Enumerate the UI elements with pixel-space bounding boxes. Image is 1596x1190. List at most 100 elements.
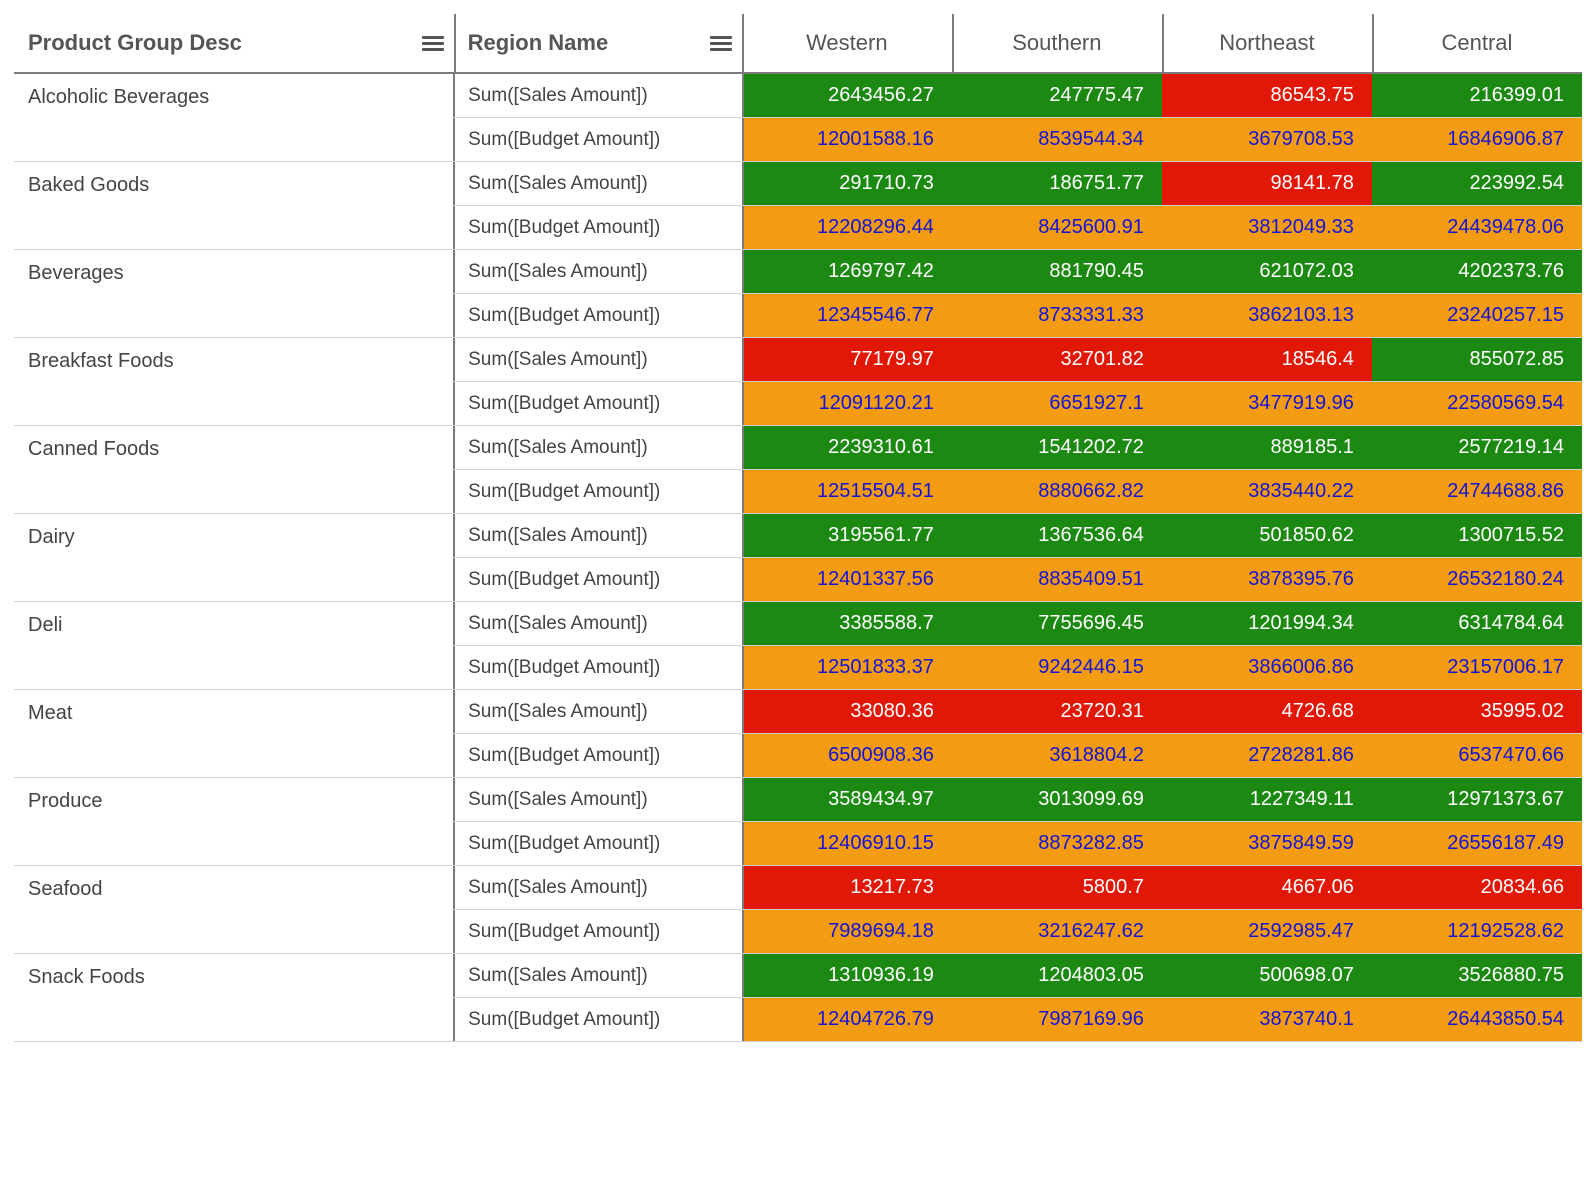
group-cell[interactable]: Canned Foods	[14, 426, 454, 514]
value-cell[interactable]: 8873282.85	[952, 822, 1162, 866]
value-cell[interactable]: 2592985.47	[1162, 910, 1372, 954]
group-cell[interactable]: Seafood	[14, 866, 454, 954]
value-cell[interactable]: 1367536.64	[952, 514, 1162, 558]
value-cell[interactable]: 12091120.21	[742, 382, 952, 426]
value-cell[interactable]: 223992.54	[1372, 162, 1582, 206]
value-cell[interactable]: 23720.31	[952, 690, 1162, 734]
value-cell[interactable]: 1541202.72	[952, 426, 1162, 470]
value-cell[interactable]: 26532180.24	[1372, 558, 1582, 602]
value-cell[interactable]: 12001588.16	[742, 118, 952, 162]
value-cell[interactable]: 291710.73	[742, 162, 952, 206]
metric-cell-sales[interactable]: Sum([Sales Amount])	[454, 954, 742, 998]
value-cell[interactable]: 3526880.75	[1372, 954, 1582, 998]
header-region-southern[interactable]: Southern	[952, 14, 1162, 73]
value-cell[interactable]: 6651927.1	[952, 382, 1162, 426]
metric-cell-budget[interactable]: Sum([Budget Amount])	[454, 294, 742, 338]
hamburger-icon[interactable]	[710, 35, 732, 51]
value-cell[interactable]: 9242446.15	[952, 646, 1162, 690]
metric-cell-sales[interactable]: Sum([Sales Amount])	[454, 866, 742, 910]
value-cell[interactable]: 881790.45	[952, 250, 1162, 294]
value-cell[interactable]: 32701.82	[952, 338, 1162, 382]
value-cell[interactable]: 8835409.51	[952, 558, 1162, 602]
value-cell[interactable]: 20834.66	[1372, 866, 1582, 910]
group-cell[interactable]: Beverages	[14, 250, 454, 338]
value-cell[interactable]: 247775.47	[952, 73, 1162, 118]
value-cell[interactable]: 3477919.96	[1162, 382, 1372, 426]
value-cell[interactable]: 621072.03	[1162, 250, 1372, 294]
hamburger-icon[interactable]	[422, 35, 444, 51]
value-cell[interactable]: 3216247.62	[952, 910, 1162, 954]
value-cell[interactable]: 1201994.34	[1162, 602, 1372, 646]
value-cell[interactable]: 186751.77	[952, 162, 1162, 206]
value-cell[interactable]: 8733331.33	[952, 294, 1162, 338]
group-cell[interactable]: Baked Goods	[14, 162, 454, 250]
value-cell[interactable]: 12971373.67	[1372, 778, 1582, 822]
metric-cell-sales[interactable]: Sum([Sales Amount])	[454, 778, 742, 822]
header-region-central[interactable]: Central	[1372, 14, 1582, 73]
group-cell[interactable]: Produce	[14, 778, 454, 866]
metric-cell-sales[interactable]: Sum([Sales Amount])	[454, 73, 742, 118]
value-cell[interactable]: 23157006.17	[1372, 646, 1582, 690]
value-cell[interactable]: 12515504.51	[742, 470, 952, 514]
value-cell[interactable]: 8880662.82	[952, 470, 1162, 514]
value-cell[interactable]: 3878395.76	[1162, 558, 1372, 602]
value-cell[interactable]: 889185.1	[1162, 426, 1372, 470]
metric-cell-sales[interactable]: Sum([Sales Amount])	[454, 690, 742, 734]
value-cell[interactable]: 7987169.96	[952, 998, 1162, 1042]
header-region-name[interactable]: Region Name	[454, 14, 742, 73]
value-cell[interactable]: 2728281.86	[1162, 734, 1372, 778]
value-cell[interactable]: 35995.02	[1372, 690, 1582, 734]
value-cell[interactable]: 3873740.1	[1162, 998, 1372, 1042]
metric-cell-budget[interactable]: Sum([Budget Amount])	[454, 118, 742, 162]
value-cell[interactable]: 6537470.66	[1372, 734, 1582, 778]
value-cell[interactable]: 3835440.22	[1162, 470, 1372, 514]
value-cell[interactable]: 3866006.86	[1162, 646, 1372, 690]
value-cell[interactable]: 2643456.27	[742, 73, 952, 118]
metric-cell-budget[interactable]: Sum([Budget Amount])	[454, 998, 742, 1042]
value-cell[interactable]: 501850.62	[1162, 514, 1372, 558]
value-cell[interactable]: 4667.06	[1162, 866, 1372, 910]
metric-cell-budget[interactable]: Sum([Budget Amount])	[454, 910, 742, 954]
value-cell[interactable]: 22580569.54	[1372, 382, 1582, 426]
group-cell[interactable]: Snack Foods	[14, 954, 454, 1042]
metric-cell-budget[interactable]: Sum([Budget Amount])	[454, 734, 742, 778]
value-cell[interactable]: 3618804.2	[952, 734, 1162, 778]
value-cell[interactable]: 8539544.34	[952, 118, 1162, 162]
value-cell[interactable]: 77179.97	[742, 338, 952, 382]
header-region-northeast[interactable]: Northeast	[1162, 14, 1372, 73]
metric-cell-sales[interactable]: Sum([Sales Amount])	[454, 426, 742, 470]
value-cell[interactable]: 3875849.59	[1162, 822, 1372, 866]
value-cell[interactable]: 3679708.53	[1162, 118, 1372, 162]
value-cell[interactable]: 1204803.05	[952, 954, 1162, 998]
group-cell[interactable]: Meat	[14, 690, 454, 778]
value-cell[interactable]: 16846906.87	[1372, 118, 1582, 162]
metric-cell-budget[interactable]: Sum([Budget Amount])	[454, 646, 742, 690]
value-cell[interactable]: 3589434.97	[742, 778, 952, 822]
value-cell[interactable]: 3862103.13	[1162, 294, 1372, 338]
value-cell[interactable]: 12345546.77	[742, 294, 952, 338]
value-cell[interactable]: 4202373.76	[1372, 250, 1582, 294]
value-cell[interactable]: 216399.01	[1372, 73, 1582, 118]
value-cell[interactable]: 23240257.15	[1372, 294, 1582, 338]
header-product-group[interactable]: Product Group Desc	[14, 14, 454, 73]
value-cell[interactable]: 4726.68	[1162, 690, 1372, 734]
metric-cell-sales[interactable]: Sum([Sales Amount])	[454, 250, 742, 294]
value-cell[interactable]: 6500908.36	[742, 734, 952, 778]
value-cell[interactable]: 12208296.44	[742, 206, 952, 250]
metric-cell-sales[interactable]: Sum([Sales Amount])	[454, 602, 742, 646]
group-cell[interactable]: Deli	[14, 602, 454, 690]
value-cell[interactable]: 5800.7	[952, 866, 1162, 910]
metric-cell-budget[interactable]: Sum([Budget Amount])	[454, 558, 742, 602]
value-cell[interactable]: 26443850.54	[1372, 998, 1582, 1042]
metric-cell-budget[interactable]: Sum([Budget Amount])	[454, 382, 742, 426]
value-cell[interactable]: 7755696.45	[952, 602, 1162, 646]
metric-cell-budget[interactable]: Sum([Budget Amount])	[454, 470, 742, 514]
value-cell[interactable]: 7989694.18	[742, 910, 952, 954]
value-cell[interactable]: 2577219.14	[1372, 426, 1582, 470]
value-cell[interactable]: 12501833.37	[742, 646, 952, 690]
metric-cell-sales[interactable]: Sum([Sales Amount])	[454, 162, 742, 206]
value-cell[interactable]: 12404726.79	[742, 998, 952, 1042]
group-cell[interactable]: Dairy	[14, 514, 454, 602]
metric-cell-budget[interactable]: Sum([Budget Amount])	[454, 822, 742, 866]
value-cell[interactable]: 500698.07	[1162, 954, 1372, 998]
